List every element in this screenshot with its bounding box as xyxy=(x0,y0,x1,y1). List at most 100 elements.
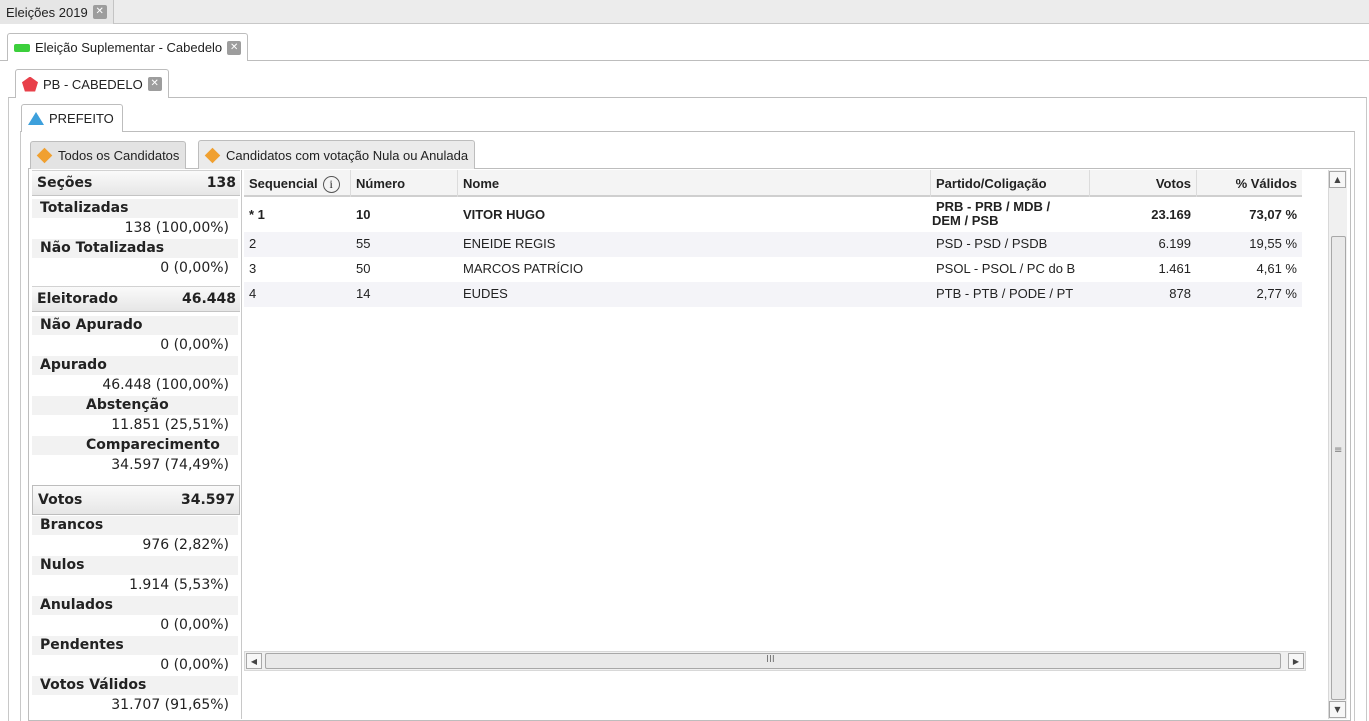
abstencao-value: 11.851 (25,51%) xyxy=(111,417,229,433)
column-validos[interactable]: % Válidos xyxy=(1197,170,1302,197)
horizontal-scrollbar[interactable]: ◀ III ▶ xyxy=(244,651,1306,671)
vertical-scrollbar[interactable]: ▲ ≡ ▼ xyxy=(1328,170,1347,719)
votos-validos-label: Votos Válidos xyxy=(40,677,147,693)
pendentes-label: Pendentes xyxy=(40,637,124,653)
tab-prefeito[interactable]: PREFEITO xyxy=(21,104,123,132)
cell-partido: PRB - PRB / MDB / DEM / PSB xyxy=(932,199,1051,228)
tab-eleicao-suplementar-label: Eleição Suplementar - Cabedelo xyxy=(35,40,223,55)
tab-prefeito-label: PREFEITO xyxy=(49,111,114,126)
info-icon[interactable]: i xyxy=(322,176,340,194)
tab-pb-cabedelo[interactable]: PB - CABEDELO ✕ xyxy=(15,69,169,98)
tab-todos-candidatos[interactable]: Todos os Candidatos xyxy=(30,141,187,169)
cell-sequencial: 3 xyxy=(249,261,257,276)
comparecimento-label: Comparecimento xyxy=(86,437,220,453)
column-numero[interactable]: Número xyxy=(351,170,458,197)
cell-numero: 10 xyxy=(356,207,371,222)
green-status-icon xyxy=(14,43,30,52)
column-votos[interactable]: Votos xyxy=(1090,170,1197,197)
tab-eleicoes-2019-label: Eleições 2019 xyxy=(6,4,88,20)
votos-value: 34.597 xyxy=(180,492,235,508)
brancos-label: Brancos xyxy=(40,517,104,533)
eleitorado-label: Eleitorado xyxy=(37,291,118,307)
eleitorado-header: Eleitorado 46.448 xyxy=(32,286,240,312)
abstencao-label: Abstenção xyxy=(86,397,169,413)
grip-icon: ≡ xyxy=(1334,445,1343,456)
column-sequencial-label: Sequencial xyxy=(249,176,318,191)
cell-nome: VITOR HUGO xyxy=(463,207,546,222)
nulos-label: Nulos xyxy=(40,557,85,573)
cell-sequencial: 4 xyxy=(249,286,257,301)
cell-validos: 4,61 % xyxy=(1256,261,1297,276)
votos-label: Votos xyxy=(38,492,83,508)
votos-header: Votos 34.597 xyxy=(32,485,240,515)
close-icon[interactable]: ✕ xyxy=(227,40,242,55)
blue-triangle-icon xyxy=(28,112,44,125)
column-sequencial[interactable]: Sequencial i xyxy=(244,170,351,197)
tab-pb-cabedelo-label: PB - CABEDELO xyxy=(43,76,143,92)
secoes-value: 138 xyxy=(206,175,236,191)
nulos-value: 1.914 (5,53%) xyxy=(129,577,229,593)
column-partido[interactable]: Partido/Coligação xyxy=(931,170,1090,197)
cell-votos: 1.461 xyxy=(1158,261,1191,276)
cell-sequencial: 2 xyxy=(249,236,257,251)
tab-candidatos-nula-anulada-label: Candidatos com votação Nula ou Anulada xyxy=(226,147,469,163)
scroll-right-button[interactable]: ▶ xyxy=(1288,653,1304,669)
nao-totalizadas-label: Não Totalizadas xyxy=(40,240,165,256)
cell-nome: ENEIDE REGIS xyxy=(463,236,556,251)
cell-partido-line1: PRB - PRB / MDB / xyxy=(936,199,1051,214)
brancos-value: 976 (2,82%) xyxy=(142,537,229,553)
tab-todos-candidatos-label: Todos os Candidatos xyxy=(58,148,180,163)
orange-diamond-icon xyxy=(204,147,221,163)
cell-numero: 55 xyxy=(356,236,371,251)
cell-partido-line2: DEM / PSB xyxy=(932,213,999,228)
apurado-value: 46.448 (100,00%) xyxy=(102,377,229,393)
orange-diamond-icon xyxy=(36,147,53,164)
red-pentagon-icon xyxy=(22,76,38,92)
anulados-value: 0 (0,00%) xyxy=(160,617,229,633)
apurado-label: Apurado xyxy=(40,357,107,373)
secoes-header: Seções 138 xyxy=(32,170,240,196)
table-row[interactable]: 4 14 EUDES PTB - PTB / PODE / PT 878 2,7… xyxy=(244,282,1302,307)
cell-validos: 2,77 % xyxy=(1256,286,1297,301)
comparecimento-value: 34.597 (74,49%) xyxy=(111,457,229,473)
nao-apurado-label: Não Apurado xyxy=(40,317,143,333)
cell-partido: PSD - PSD / PSDB xyxy=(936,236,1048,251)
horizontal-scroll-thumb[interactable]: III xyxy=(265,653,1281,669)
cell-numero: 14 xyxy=(356,286,371,301)
cell-partido: PTB - PTB / PODE / PT xyxy=(936,286,1074,301)
secoes-label: Seções xyxy=(37,175,93,191)
close-icon[interactable]: ✕ xyxy=(147,77,162,91)
cell-nome: MARCOS PATRÍCIO xyxy=(463,261,584,276)
top-tab-bar xyxy=(0,0,1369,24)
table-row[interactable]: 2 55 ENEIDE REGIS PSD - PSD / PSDB 6.199… xyxy=(244,232,1302,257)
nao-apurado-value: 0 (0,00%) xyxy=(160,337,229,353)
vertical-scroll-thumb[interactable]: ≡ xyxy=(1331,236,1346,700)
cell-votos: 6.199 xyxy=(1158,236,1191,251)
cell-partido: PSOL - PSOL / PC do B xyxy=(936,261,1076,276)
column-nome[interactable]: Nome xyxy=(458,170,931,197)
grip-icon: III xyxy=(766,654,775,665)
cell-validos: 73,07 % xyxy=(1249,207,1297,222)
table-row[interactable]: * 1 10 VITOR HUGO PRB - PRB / MDB / DEM … xyxy=(244,200,1302,232)
scroll-up-button[interactable]: ▲ xyxy=(1329,171,1346,188)
tab-eleicoes-2019[interactable]: Eleições 2019 ✕ xyxy=(0,0,114,24)
totalizadas-label: Totalizadas xyxy=(40,200,129,216)
votos-validos-value: 31.707 (91,65%) xyxy=(111,697,229,713)
cell-nome: EUDES xyxy=(463,286,508,301)
cell-numero: 50 xyxy=(356,261,371,276)
summary-panel: Seções 138 Totalizadas 138 (100,00%) Não… xyxy=(30,170,242,719)
cell-votos: 23.169 xyxy=(1151,207,1191,222)
totalizadas-value: 138 (100,00%) xyxy=(124,220,229,236)
close-icon[interactable]: ✕ xyxy=(92,5,107,19)
eleitorado-value: 46.448 xyxy=(181,291,236,307)
table-row[interactable]: 3 50 MARCOS PATRÍCIO PSOL - PSOL / PC do… xyxy=(244,257,1302,282)
scroll-left-button[interactable]: ◀ xyxy=(246,653,262,669)
scroll-down-button[interactable]: ▼ xyxy=(1329,701,1346,718)
cell-sequencial: * 1 xyxy=(249,207,265,222)
tab-candidatos-nula-anulada[interactable]: Candidatos com votação Nula ou Anulada xyxy=(198,140,476,169)
cell-validos: 19,55 % xyxy=(1249,236,1297,251)
anulados-label: Anulados xyxy=(40,597,113,613)
pendentes-value: 0 (0,00%) xyxy=(160,657,229,673)
tab-eleicao-suplementar[interactable]: Eleição Suplementar - Cabedelo ✕ xyxy=(7,33,249,61)
candidates-grid: Sequencial i Número Nome Partido/Coligaçã… xyxy=(244,170,1302,652)
